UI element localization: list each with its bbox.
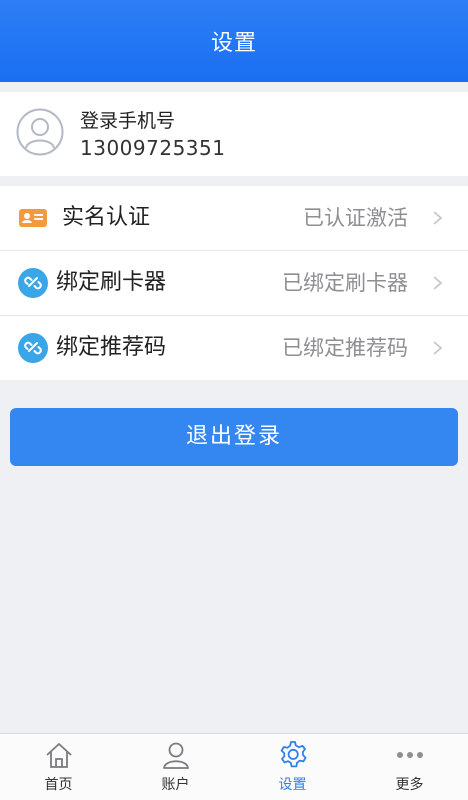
- id-card-icon: [19, 209, 47, 227]
- more-icon: [396, 752, 423, 758]
- link-icon: [18, 333, 48, 363]
- profile-card[interactable]: 登录手机号 13009725351: [0, 92, 468, 176]
- menu-item-card-reader[interactable]: 绑定刷卡器 已绑定刷卡器: [0, 251, 468, 316]
- tab-home[interactable]: 首页: [0, 734, 117, 800]
- tab-label: 更多: [395, 777, 424, 793]
- phone-number: 13009725351: [80, 136, 226, 160]
- menu-item-label: 绑定推荐码: [56, 335, 167, 360]
- menu-item-label: 实名认证: [62, 205, 151, 230]
- menu-item-value: 已绑定推荐码: [282, 336, 408, 360]
- settings-screen: 设置 登录手机号 13009725351 实名认证 已认证激活 绑定刷卡器 已绑…: [0, 0, 468, 800]
- tab-label: 首页: [44, 777, 73, 793]
- page-title: 设置: [210, 31, 257, 56]
- tab-account[interactable]: 账户: [117, 734, 234, 800]
- menu-item-value: 已绑定刷卡器: [282, 271, 408, 295]
- phone-label: 登录手机号: [80, 110, 176, 132]
- menu-item-referral-code[interactable]: 绑定推荐码 已绑定推荐码: [0, 316, 468, 380]
- chevron-right-icon: [433, 341, 443, 355]
- tab-label: 账户: [161, 777, 190, 793]
- user-icon: [162, 742, 189, 769]
- chevron-right-icon: [433, 276, 443, 290]
- tab-bar: 首页 账户 设置 更多: [0, 733, 468, 800]
- tab-label: 设置: [278, 777, 307, 793]
- tab-settings[interactable]: 设置: [234, 734, 351, 800]
- logout-button[interactable]: 退出登录: [10, 408, 458, 466]
- menu-item-value: 已认证激活: [303, 206, 408, 230]
- settings-menu: 实名认证 已认证激活 绑定刷卡器 已绑定刷卡器 绑定推荐码 已绑定推荐码: [0, 186, 468, 380]
- link-icon: [18, 268, 48, 298]
- home-icon: [45, 743, 72, 768]
- header-bar: 设置: [0, 0, 468, 82]
- gear-icon: [280, 741, 306, 768]
- menu-item-verify[interactable]: 实名认证 已认证激活: [0, 186, 468, 251]
- tab-more[interactable]: 更多: [351, 734, 468, 800]
- avatar-icon: [16, 108, 64, 156]
- chevron-right-icon: [433, 211, 443, 225]
- menu-item-label: 绑定刷卡器: [56, 270, 167, 295]
